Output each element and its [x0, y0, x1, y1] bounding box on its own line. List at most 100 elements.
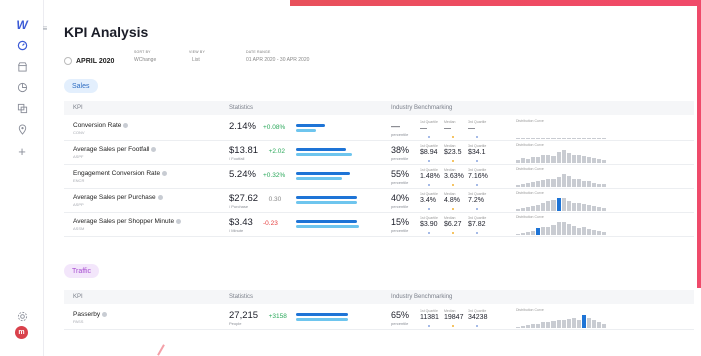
percentile-label: percentile: [391, 156, 409, 161]
table-row[interactable]: Engagement Conversion Rate ENCR 5.24% +0…: [64, 165, 694, 189]
previous-bar: [296, 201, 357, 204]
info-icon[interactable]: [102, 311, 108, 317]
distribution-bar: [586, 156, 591, 163]
current-bar: [296, 196, 357, 199]
avatar[interactable]: m: [15, 326, 28, 339]
info-icon[interactable]: [123, 122, 129, 128]
quartile-marker: [452, 160, 454, 162]
quartile-value: $3.90: [420, 221, 438, 228]
table-row[interactable]: Average Sales per Footfall ASPF $13.81 /…: [64, 141, 694, 165]
distribution-bar: [531, 156, 536, 163]
distribution-bar: [516, 160, 521, 163]
date-picker-button[interactable]: APRIL 2020: [64, 57, 114, 65]
settings-icon[interactable]: [14, 308, 30, 324]
distribution-bars: [516, 221, 607, 235]
distribution-bar: [531, 182, 536, 187]
layers-icon[interactable]: [14, 100, 30, 116]
add-icon[interactable]: +: [14, 143, 30, 159]
previous-bar: [296, 153, 352, 156]
table-row[interactable]: Conversion Rate CONV 2.14% +0.08% — perc…: [64, 117, 694, 141]
location-icon[interactable]: [14, 121, 30, 137]
calendar-icon: [64, 57, 72, 65]
kpi-delta: +0.08%: [263, 124, 286, 131]
quartile-value: 3.4%: [420, 197, 436, 204]
distribution-label: Distribution Curve: [516, 215, 544, 219]
distribution-bar: [536, 157, 541, 163]
table-row[interactable]: Passerby PASS 27,215 People +3158 65% pe…: [64, 306, 694, 330]
decor-slash: [157, 344, 165, 356]
quartile-2: Median 3.63%: [444, 168, 464, 180]
distribution-bar: [576, 154, 581, 163]
distribution-bar: [526, 232, 531, 235]
kpi-delta: 0.30: [268, 196, 282, 203]
info-icon[interactable]: [162, 170, 168, 176]
filter-bar: APRIL 2020 SORT BY WChange VIEW BY List …: [64, 50, 394, 68]
sort-by-label: SORT BY: [134, 50, 151, 54]
distribution-bar: [571, 202, 576, 211]
section-tab-traffic[interactable]: Traffic: [64, 264, 100, 278]
quartile-marker: [428, 325, 430, 327]
quartile-2: Median $23.5: [444, 144, 462, 156]
previous-bar: [296, 318, 348, 321]
distribution-bar: [551, 178, 556, 187]
distribution-bar: [556, 320, 561, 328]
distribution-label: Distribution Curve: [516, 119, 544, 123]
kpi-name: Engagement Conversion Rate: [73, 170, 161, 177]
chart-icon[interactable]: [14, 79, 30, 95]
distribution-bar: [531, 137, 536, 139]
distribution-label: Distribution Curve: [516, 308, 544, 312]
table-row[interactable]: Average Sales per Purchase ASPP $27.62 /…: [64, 189, 694, 213]
distribution-bar: [536, 205, 541, 211]
section-tab-sales[interactable]: Sales: [64, 79, 98, 93]
view-by-select[interactable]: List: [192, 57, 200, 63]
distribution-bar: [556, 197, 561, 211]
percentile-value: 65%: [391, 310, 410, 320]
distribution-bar: [566, 200, 571, 211]
collapse-sidebar-icon[interactable]: ≡: [40, 23, 50, 33]
percentile-label: percentile: [391, 321, 409, 326]
quartile-marker: [452, 136, 454, 138]
quartile-label: 1st Quartile: [420, 216, 438, 220]
kpi-value: 5.24%: [229, 169, 256, 180]
quartile-label: 3rd Quartile: [468, 309, 487, 313]
quartile-marker: [476, 208, 478, 210]
distribution-bar: [566, 153, 571, 163]
kpi-value: $13.81: [229, 145, 259, 156]
quartile-3: 3rd Quartile 7.16%: [468, 168, 488, 180]
distribution-bar: [516, 137, 521, 139]
percentile-label: percentile: [391, 228, 409, 233]
header-kpi: KPI: [73, 105, 83, 111]
quartile-label: 3rd Quartile: [468, 192, 487, 196]
quartile-value: 3.63%: [444, 173, 464, 180]
sort-by-select[interactable]: WChange: [134, 57, 156, 63]
distribution-bar: [556, 151, 561, 163]
info-icon[interactable]: [157, 194, 163, 200]
info-icon[interactable]: [176, 218, 182, 224]
quartile-marker: [428, 160, 430, 162]
quartile-2: Median 19847: [444, 309, 463, 321]
distribution-bar: [541, 155, 546, 163]
distribution-bar: [571, 155, 576, 163]
quartile-label: 1st Quartile: [420, 120, 438, 124]
distribution-bar: [521, 183, 526, 187]
distribution-bar: [597, 158, 602, 163]
store-icon[interactable]: [14, 58, 30, 74]
distribution-bar: [591, 230, 596, 235]
distribution-bar: [526, 182, 531, 187]
dashboard-icon[interactable]: [14, 37, 30, 53]
quartile-marker: [452, 232, 454, 234]
logo-icon[interactable]: W: [14, 17, 30, 33]
date-range-field[interactable]: 01 APR 2020 - 30 APR 2020: [246, 57, 309, 63]
distribution-bar: [531, 206, 536, 211]
right-accent-bar: [697, 6, 701, 288]
distribution-bar: [521, 137, 526, 139]
table-row[interactable]: Average Sales per Shopper Minute ASSM $3…: [64, 213, 694, 237]
distribution-bar: [516, 233, 521, 235]
quartile-marker: [476, 232, 478, 234]
quartile-label: Median: [444, 192, 456, 196]
distribution-bar: [546, 201, 551, 211]
quartile-2: Median $6.27: [444, 216, 462, 228]
distribution-bar: [536, 137, 541, 139]
info-icon[interactable]: [151, 146, 157, 152]
quartile-marker: [476, 136, 478, 138]
